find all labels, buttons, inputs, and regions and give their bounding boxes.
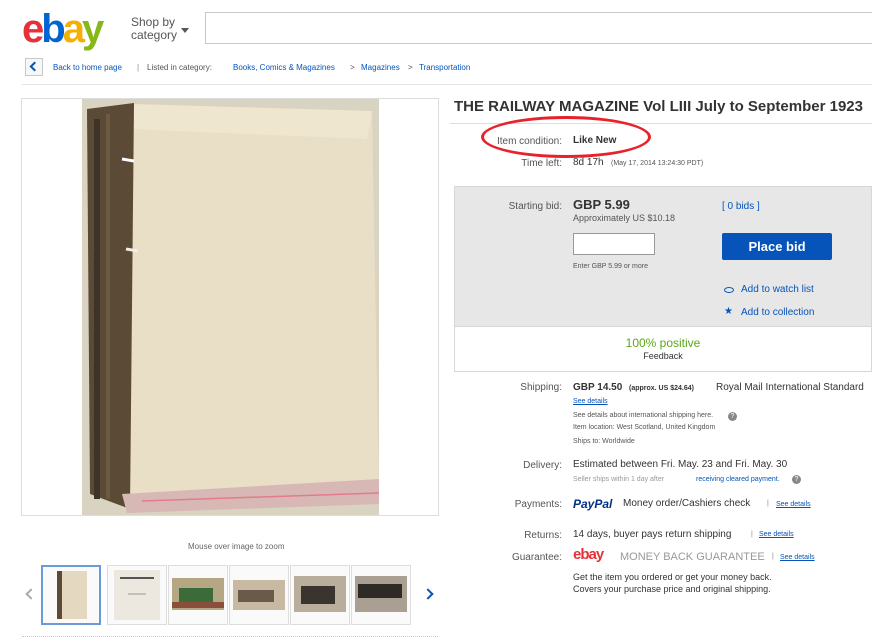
thumbnail-image: [355, 576, 407, 612]
ships-to: Ships to: Worldwide: [573, 438, 635, 445]
search-input[interactable]: [205, 12, 872, 44]
breadcrumb-magazines[interactable]: Magazines: [361, 63, 400, 72]
shipping-price: GBP 14.50: [573, 382, 623, 393]
bids-count-link[interactable]: [ 0 bids ]: [722, 201, 760, 212]
starting-bid-price: GBP 5.99: [573, 197, 630, 212]
eye-icon: [724, 287, 734, 293]
back-arrow-button[interactable]: [25, 58, 43, 76]
zoom-hint: Mouse over image to zoom: [188, 542, 285, 551]
positive-feedback[interactable]: 100% positive: [454, 336, 872, 350]
breadcrumb-sep: >: [350, 63, 355, 72]
delivery-note: Seller ships within 1 day after: [573, 476, 665, 483]
guarantee-see-details-link[interactable]: See details: [780, 554, 815, 561]
add-to-collection-link[interactable]: Add to collection: [741, 307, 814, 318]
thumbnail-2[interactable]: [107, 565, 167, 625]
delivery-estimate: Estimated between Fri. May. 23 and Fri. …: [573, 459, 788, 470]
help-icon[interactable]: ?: [728, 412, 737, 421]
shipping-approx: (approx. US $24.64): [629, 385, 694, 392]
paypal-logo-text: PayPal: [573, 497, 613, 511]
thumbnail-image: [294, 576, 346, 612]
thumbnail-3[interactable]: [168, 565, 228, 625]
divider: |: [772, 553, 774, 560]
divider: |: [751, 531, 753, 538]
red-annotation-circle: [481, 116, 651, 158]
thumbnail-image: [114, 570, 160, 620]
time-left-value: 8d 17h: [573, 157, 604, 168]
thumbnail-image: [57, 571, 87, 619]
time-left-date: (May 17, 2014 13:24:30 PDT): [611, 160, 704, 167]
category-label: category: [131, 28, 178, 42]
thumbnail-image: [172, 578, 224, 610]
book-photo: [82, 99, 379, 515]
back-to-home-link[interactable]: Back to home page: [53, 63, 122, 72]
money-back-guarantee-logo: ebay: [573, 546, 604, 563]
paypal-logo: PayPal: [573, 497, 612, 511]
breadcrumb-transportation[interactable]: Transportation: [419, 63, 470, 72]
thumbnail-4[interactable]: [229, 565, 289, 625]
ebay-logo[interactable]: ebay: [22, 8, 122, 50]
intl-shipping-note: See details about international shipping…: [573, 412, 714, 419]
thumbnail-1[interactable]: [41, 565, 101, 625]
enter-bid-hint: Enter GBP 5.99 or more: [573, 263, 648, 270]
breadcrumb-books-comics-magazines[interactable]: Books, Comics & Magazines: [233, 63, 335, 72]
shipping-label: Shipping:: [520, 382, 562, 393]
returns-see-details-link[interactable]: See details: [759, 531, 794, 538]
breadcrumb-sep: >: [408, 63, 413, 72]
listed-in-category-label: Listed in category:: [147, 63, 212, 72]
add-to-watch-list-link[interactable]: Add to watch list: [741, 284, 814, 295]
time-left-label: Time left:: [521, 158, 562, 169]
cleared-payment-link[interactable]: receiving cleared payment.: [696, 476, 780, 483]
starting-bid-label: Starting bid:: [508, 201, 562, 212]
shipping-see-details-link[interactable]: See details: [573, 398, 608, 405]
approx-price: Approximately US $10.18: [573, 213, 676, 223]
header-divider: [22, 84, 872, 85]
payments-other: Money order/Cashiers check: [623, 498, 751, 509]
thumbnail-strip: [22, 565, 438, 629]
feedback-label: Feedback: [643, 351, 683, 361]
payments-label: Payments:: [514, 499, 562, 510]
logo-letter-e: e: [22, 7, 44, 51]
shipping-service: Royal Mail International Standard: [716, 382, 864, 393]
shop-by-category-button[interactable]: Shop by category: [131, 16, 189, 42]
bid-amount-input[interactable]: [573, 233, 655, 255]
guarantee-line-2: Covers your purchase price and original …: [573, 584, 771, 594]
breadcrumb-divider: |: [137, 63, 140, 72]
delivery-label: Delivery:: [523, 460, 562, 471]
chevron-down-icon: [181, 28, 189, 33]
logo-letter-y: y: [81, 7, 104, 51]
help-icon[interactable]: ?: [792, 475, 801, 484]
divider: |: [767, 500, 769, 507]
thumbnail-image: [233, 580, 285, 610]
returns-value: 14 days, buyer pays return shipping: [573, 529, 732, 540]
guarantee-label: Guarantee:: [511, 552, 562, 563]
mbg-ebay-text: ebay: [573, 546, 604, 563]
item-location: Item location: West Scotland, United Kin…: [573, 424, 716, 431]
logo-letter-b: b: [41, 7, 66, 51]
logo-letter-a: a: [62, 7, 85, 51]
main-item-image[interactable]: [82, 99, 379, 515]
place-bid-button[interactable]: Place bid: [722, 233, 832, 260]
mbg-text: MONEY BACK GUARANTEE: [620, 551, 765, 563]
item-title: THE RAILWAY MAGAZINE Vol LIII July to Se…: [454, 98, 863, 115]
gallery-divider: [22, 636, 438, 638]
payments-see-details-link[interactable]: See details: [776, 501, 811, 508]
thumbnail-6[interactable]: [351, 565, 411, 625]
star-icon: ★: [724, 306, 733, 317]
guarantee-line-1: Get the item you ordered or get your mon…: [573, 572, 772, 582]
returns-label: Returns:: [524, 530, 562, 541]
thumbnail-5[interactable]: [290, 565, 350, 625]
